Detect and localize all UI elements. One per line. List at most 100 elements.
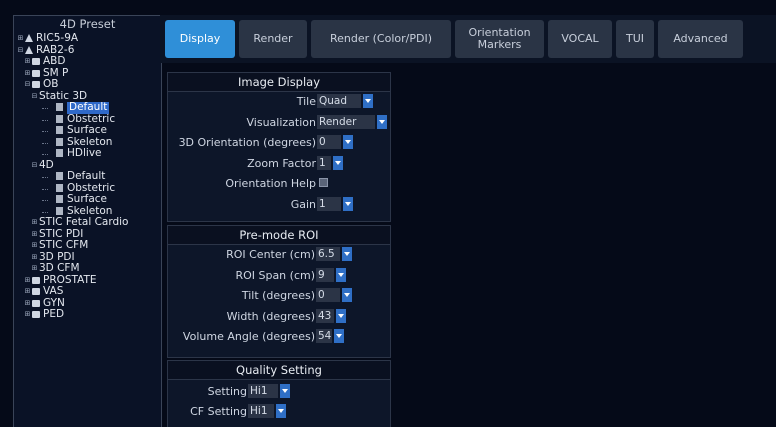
chevron-down-icon[interactable] <box>333 155 343 170</box>
expand-icon[interactable]: ⊞ <box>24 58 31 65</box>
tab-render-color-pdi[interactable]: Render (Color/PDI) <box>311 20 451 58</box>
collapse-icon[interactable]: ⊟ <box>31 161 38 169</box>
expand-icon[interactable]: ⊞ <box>31 230 38 238</box>
chevron-down-icon[interactable] <box>336 308 346 323</box>
chevron-down-icon[interactable] <box>276 404 286 418</box>
tab-orientation-markers[interactable]: Orientation Markers <box>455 20 544 58</box>
chevron-down-icon[interactable] <box>343 196 353 211</box>
tree-item[interactable]: Default <box>14 101 161 114</box>
expand-icon[interactable]: ⊞ <box>31 265 38 272</box>
setting-label: Width (degrees) <box>226 309 315 323</box>
expand-icon[interactable]: ⊞ <box>31 219 38 226</box>
tree-item[interactable]: Surface <box>14 124 161 137</box>
tree-item-label: 3D CFM <box>39 262 80 274</box>
tree-item[interactable]: HDlive <box>14 147 161 160</box>
tree-connector <box>42 200 48 201</box>
folder-icon <box>32 58 40 65</box>
chevron-down-icon[interactable] <box>280 384 290 398</box>
tree-item[interactable]: ⊞ GYN <box>14 297 161 310</box>
tree-connector <box>42 119 48 121</box>
collapse-icon[interactable]: ⊟ <box>31 92 38 100</box>
setting-label: Gain <box>290 197 316 211</box>
setting-value-dropdown[interactable]: 54 <box>316 329 332 343</box>
setting-label: Orientation Help <box>225 177 316 190</box>
setting-value-dropdown[interactable]: 43 <box>316 308 334 323</box>
preset-icon <box>56 206 63 215</box>
tree-item-label: STIC CFM <box>39 239 89 251</box>
collapse-icon[interactable]: ⊟ <box>17 46 24 54</box>
orientation-help-checkbox[interactable] <box>319 178 328 187</box>
expand-icon[interactable]: ⊞ <box>24 288 31 295</box>
expand-icon[interactable]: ⊞ <box>24 276 31 284</box>
chevron-down-icon[interactable] <box>343 135 353 149</box>
tree-item[interactable]: ⊟ RAB2-6 <box>14 44 161 57</box>
setting-value-dropdown[interactable]: Render <box>317 114 375 129</box>
tree-item[interactable]: ⊞ PROSTATE <box>14 274 161 287</box>
tree-item[interactable]: ⊞ VAS <box>14 285 161 298</box>
setting-value-dropdown[interactable]: 1 <box>317 155 331 170</box>
chevron-down-icon[interactable] <box>363 94 373 108</box>
tree-item[interactable]: ⊞ STIC Fetal Cardio <box>14 216 161 229</box>
expand-icon[interactable]: ⊞ <box>17 35 24 42</box>
setting-value-dropdown[interactable]: Quad <box>317 94 361 108</box>
tree-item[interactable]: ⊞ SM P <box>14 67 161 80</box>
chevron-down-icon[interactable] <box>342 247 352 261</box>
tree-title: 4D Preset <box>59 17 116 31</box>
tree-item[interactable]: ⊞ 3D CFM <box>14 262 161 275</box>
collapse-icon[interactable]: ⊟ <box>24 81 31 88</box>
tree-item[interactable]: ⊟ OB <box>14 78 161 91</box>
setting-value-dropdown[interactable]: Hi1 <box>248 404 274 418</box>
setting-label: Visualization <box>246 115 316 129</box>
setting-value-dropdown[interactable]: 6.5 <box>316 247 340 261</box>
tree-item[interactable]: ⊞ PED <box>14 308 161 321</box>
setting-label: Tilt (degrees) <box>241 289 315 302</box>
preset-icon <box>56 137 63 146</box>
tree-item[interactable]: ⊞ ABD <box>14 55 161 68</box>
tab-advanced[interactable]: Advanced <box>658 20 743 58</box>
expand-icon[interactable]: ⊞ <box>31 253 38 261</box>
setting-value-dropdown[interactable]: 1 <box>317 196 341 211</box>
expand-icon[interactable]: ⊞ <box>24 69 31 77</box>
tab-tui[interactable]: TUI <box>616 20 654 58</box>
quality-setting-panel: Quality Setting Setting Hi1 CF Setting Hi1 <box>167 360 391 427</box>
tree-connector <box>42 108 48 109</box>
expand-icon[interactable]: ⊞ <box>31 242 38 249</box>
chevron-down-icon[interactable] <box>334 329 344 343</box>
tree-item-label: STIC Fetal Cardio <box>39 216 129 228</box>
probe-icon <box>25 45 33 54</box>
preset-icon <box>56 114 63 123</box>
tree-item-label: Default <box>67 101 110 114</box>
preset-icon <box>56 183 63 192</box>
setting-label: Tile <box>296 95 316 108</box>
setting-value-dropdown[interactable]: 9 <box>316 267 334 282</box>
tree-item-label: ABD <box>43 55 66 67</box>
tree-item[interactable]: ⊞ 3D PDI <box>14 251 161 264</box>
tree-item-label: 4D <box>39 158 54 171</box>
tree-item[interactable]: ⊞ RIC5-9A <box>14 32 161 45</box>
setting-row: Orientation Help <box>168 175 390 192</box>
setting-row: Gain 1 <box>168 196 390 213</box>
tab-display[interactable]: Display <box>165 20 235 58</box>
chevron-down-icon[interactable] <box>342 288 352 302</box>
preset-icon <box>56 195 63 203</box>
tree-connector <box>42 177 48 178</box>
tree-item[interactable]: Default <box>14 170 161 183</box>
folder-icon <box>32 276 40 284</box>
probe-icon <box>25 34 33 42</box>
setting-row: Visualization Render <box>168 114 390 131</box>
tree-item-label: RIC5-9A <box>36 32 79 44</box>
setting-value-dropdown[interactable]: 0 <box>317 135 341 149</box>
tab-render[interactable]: Render <box>239 20 307 58</box>
tree-item[interactable]: Surface <box>14 193 161 206</box>
chevron-down-icon[interactable] <box>336 267 346 282</box>
expand-icon[interactable]: ⊞ <box>24 299 31 307</box>
chevron-down-icon[interactable] <box>377 114 387 129</box>
expand-icon[interactable]: ⊞ <box>24 311 31 318</box>
setting-row: 3D Orientation (degrees) 0 <box>168 134 390 151</box>
setting-value-dropdown[interactable]: 0 <box>316 288 340 302</box>
tree-item-label: Surface <box>67 124 108 136</box>
tree-item[interactable]: ⊞ STIC CFM <box>14 239 161 252</box>
setting-row: ROI Span (cm) 9 <box>168 267 390 284</box>
setting-value-dropdown[interactable]: Hi1 <box>248 384 278 398</box>
tab-vocal[interactable]: VOCAL <box>548 20 612 58</box>
